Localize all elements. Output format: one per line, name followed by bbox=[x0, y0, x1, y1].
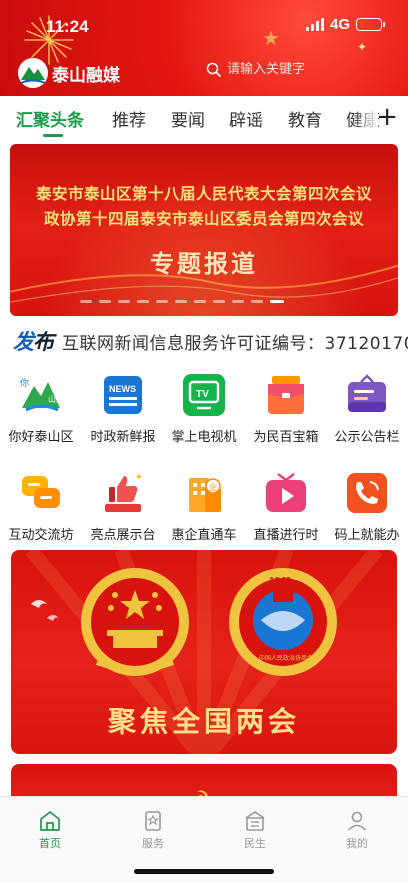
service-current-news[interactable]: NEWS 时政新鲜报 bbox=[82, 372, 164, 445]
home-indicator[interactable] bbox=[134, 869, 274, 874]
carousel-indicator bbox=[80, 300, 284, 303]
service-label: 掌上电视机 bbox=[171, 430, 237, 445]
chat-icon bbox=[22, 476, 60, 508]
svg-text:中国人民政治协商会议: 中国人民政治协商会议 bbox=[259, 654, 319, 662]
carousel-dot[interactable] bbox=[194, 300, 206, 303]
service-label: 公示公告栏 bbox=[334, 430, 400, 445]
bulletin-board-icon bbox=[348, 374, 386, 412]
treasure-box-icon bbox=[268, 376, 304, 414]
tabs-fade bbox=[354, 96, 378, 142]
thumbs-up-icon: ✦ bbox=[105, 473, 143, 512]
status-indicators: 4G bbox=[305, 16, 385, 33]
profile-icon bbox=[347, 811, 367, 831]
nav-label: 我的 bbox=[346, 837, 368, 850]
nav-label: 首页 bbox=[39, 837, 61, 850]
svg-text:山区: 山区 bbox=[48, 394, 64, 404]
enterprise-building-icon: 企 bbox=[189, 478, 221, 512]
service-label: 时政新鲜报 bbox=[90, 430, 156, 445]
tab-recommend[interactable]: 推荐 bbox=[112, 106, 146, 131]
banner-headline-2: 政协第十四届泰安市泰山区委员会第四次会议 bbox=[43, 210, 364, 228]
service-label: 为民百宝箱 bbox=[253, 430, 319, 445]
service-hello-taishan[interactable]: 你 山区 你好泰山区 bbox=[0, 372, 82, 445]
nav-home[interactable]: 首页 bbox=[20, 809, 80, 851]
svg-text:1949: 1949 bbox=[269, 576, 292, 587]
live-play-icon bbox=[266, 473, 306, 512]
status-time: 11:24 bbox=[46, 17, 89, 36]
signal-icon bbox=[305, 18, 324, 31]
service-label: 你好泰山区 bbox=[8, 430, 74, 445]
license-notice: 发布 互联网新闻信息服务许可证编号：37120170005 bbox=[0, 318, 408, 362]
nav-livelihood[interactable]: 民生 bbox=[225, 809, 285, 851]
service-label: 互动交流坊 bbox=[8, 528, 74, 543]
service-highlights[interactable]: ✦ 亮点展示台 bbox=[82, 470, 164, 543]
fabu-logo: 发布 bbox=[13, 330, 54, 354]
hello-taishan-icon: 你 山区 bbox=[20, 377, 64, 412]
tv-icon: TV bbox=[183, 374, 225, 416]
category-tabs: 汇聚头条 推荐 要闻 辟谣 教育 健康 + bbox=[0, 96, 408, 142]
service-label: 惠企直通车 bbox=[171, 528, 237, 543]
tab-headlines[interactable]: 汇聚头条 bbox=[16, 106, 84, 131]
carousel-dot[interactable] bbox=[137, 300, 149, 303]
nav-profile[interactable]: 我的 bbox=[327, 809, 387, 851]
service-label: 亮点展示台 bbox=[90, 528, 156, 543]
carousel-dot[interactable] bbox=[156, 300, 168, 303]
phone-call-icon bbox=[347, 473, 387, 513]
service-label: 直播进行时 bbox=[253, 528, 319, 543]
search-input[interactable] bbox=[227, 62, 377, 77]
header: ★ ✦ 11:24 4G 泰山融媒 bbox=[0, 0, 408, 96]
app-name: 泰山融媒 bbox=[52, 65, 120, 86]
app-logo-icon bbox=[18, 58, 48, 88]
home-icon bbox=[40, 811, 60, 831]
tab-rumor-refute[interactable]: 辟谣 bbox=[229, 106, 263, 131]
service-bulletin-board[interactable]: 公示公告栏 bbox=[326, 372, 408, 445]
carousel-dot[interactable] bbox=[175, 300, 187, 303]
service-icon bbox=[145, 811, 161, 831]
carousel-dot[interactable] bbox=[251, 300, 263, 303]
nav-label: 服务 bbox=[142, 837, 164, 850]
status-bar: 11:24 4G bbox=[0, 0, 408, 52]
svg-text:你: 你 bbox=[20, 377, 29, 389]
battery-icon bbox=[356, 18, 385, 31]
service-label: 码上就能办 bbox=[334, 528, 400, 543]
service-mobile-tv[interactable]: TV 掌上电视机 bbox=[163, 372, 245, 445]
carousel-dot[interactable] bbox=[270, 300, 284, 303]
carousel-dot[interactable] bbox=[99, 300, 111, 303]
tab-news[interactable]: 要闻 bbox=[171, 106, 205, 131]
feature-card-two-sessions[interactable]: 1949 中国人民政治协商会议 聚焦全国两会 bbox=[11, 550, 397, 754]
carousel-dot[interactable] bbox=[232, 300, 244, 303]
carousel-dot[interactable] bbox=[80, 300, 92, 303]
service-live[interactable]: 直播进行时 bbox=[245, 470, 327, 543]
svg-text:企: 企 bbox=[209, 482, 217, 492]
banner-headline-1: 泰安市泰山区第十八届人民代表大会第四次会议 bbox=[35, 185, 372, 203]
service-enterprise[interactable]: 企 惠企直通车 bbox=[163, 470, 245, 543]
news-icon: NEWS bbox=[104, 376, 142, 414]
banner-carousel[interactable]: 泰安市泰山区第十八届人民代表大会第四次会议 政协第十四届泰安市泰山区委员会第四次… bbox=[10, 144, 398, 316]
network-type: 4G bbox=[329, 16, 350, 33]
banner-title: 专题报道 bbox=[150, 250, 258, 278]
carousel-dot[interactable] bbox=[213, 300, 225, 303]
active-tab-indicator bbox=[43, 134, 63, 137]
app-logo[interactable]: 泰山融媒 bbox=[18, 58, 120, 88]
carousel-dot[interactable] bbox=[118, 300, 130, 303]
service-code-handle[interactable]: 码上就能办 bbox=[326, 470, 408, 543]
nav-label: 民生 bbox=[244, 837, 266, 850]
svg-text:✦: ✦ bbox=[135, 473, 143, 483]
add-tab-button[interactable]: + bbox=[376, 102, 398, 132]
svg-text:TV: TV bbox=[196, 389, 209, 400]
feature-title: 聚焦全国两会 bbox=[107, 705, 300, 738]
service-interaction[interactable]: 互动交流坊 bbox=[0, 470, 82, 543]
search-icon bbox=[206, 62, 221, 77]
service-treasure-box[interactable]: 为民百宝箱 bbox=[245, 372, 327, 445]
banner-ribbon-decoration bbox=[10, 264, 398, 303]
license-text: 互联网新闻信息服务许可证编号：37120170005 bbox=[62, 334, 408, 354]
svg-text:NEWS: NEWS bbox=[109, 384, 136, 394]
nav-service[interactable]: 服务 bbox=[123, 809, 183, 851]
livelihood-icon bbox=[245, 811, 265, 831]
search-bar[interactable] bbox=[206, 62, 377, 77]
tab-education[interactable]: 教育 bbox=[288, 106, 322, 131]
